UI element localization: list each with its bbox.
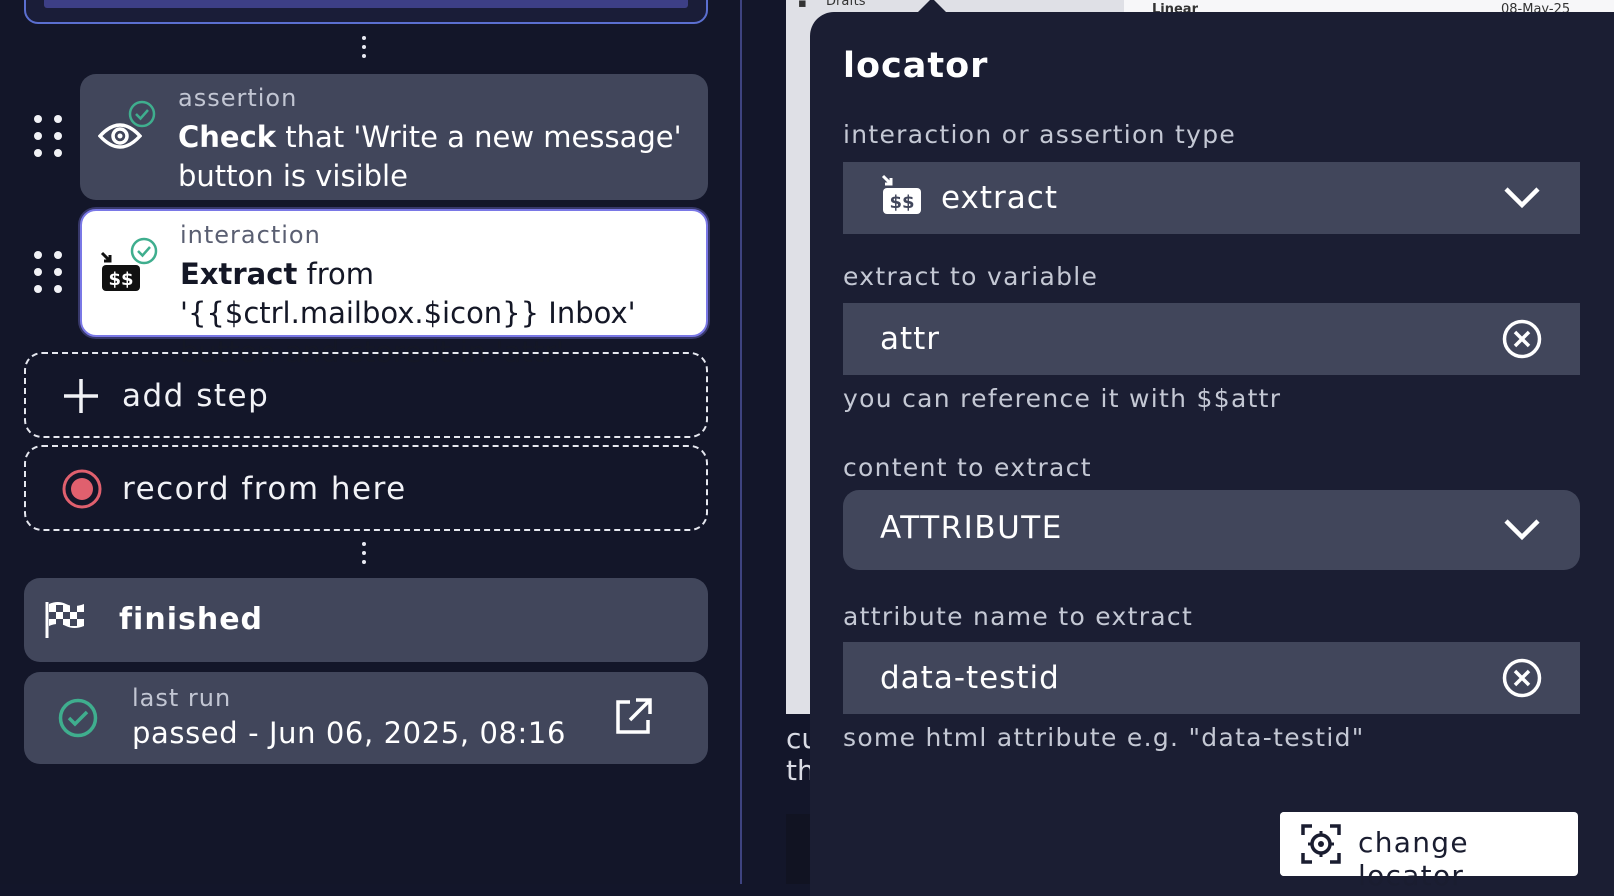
step-kind: interaction [180,221,321,249]
record-from-here-button[interactable]: record from here [24,445,708,531]
locator-popover: locator interaction or assertion type $$… [810,12,1614,896]
check-circle-icon [130,237,158,265]
variable-input[interactable]: attr [843,303,1580,375]
finished-label: finished [119,602,264,637]
popover-arrow [918,0,946,12]
change-locator-button[interactable]: change locator [1280,812,1578,892]
check-circle-icon [58,698,98,738]
step-description: Check that 'Write a new message' button … [178,120,682,193]
drag-handle[interactable] [34,115,62,157]
preview-item: Drafts [826,0,866,9]
svg-text:$$: $$ [889,192,914,213]
content-value: ATTRIBUTE [880,510,1063,546]
attribute-input[interactable]: data-testid [843,642,1580,714]
step-kind: assertion [178,84,298,112]
finished-step: finished [24,578,708,662]
step-interaction[interactable]: $$ interaction Extract from '{{$ctrl.mai… [80,209,708,369]
svg-text:$$: $$ [108,269,133,290]
checkered-flag-icon [44,600,86,640]
chevron-down-icon [1502,184,1542,212]
panel-divider[interactable] [740,0,742,884]
add-step-label: add step [122,378,270,414]
clear-icon[interactable] [1502,658,1542,698]
drag-handle[interactable] [34,251,62,293]
locator-target-icon [1300,823,1342,865]
previous-step-bar [44,0,688,8]
last-run-value: passed - Jun 06, 2025, 08:16 [132,716,567,750]
variable-hint: you can reference it with $$attr [843,384,1282,413]
connector-dots [361,36,367,63]
check-circle-icon [128,100,156,128]
popover-title: locator [843,46,989,86]
variable-label: extract to variable [843,262,1099,291]
step-assertion[interactable]: assertion Check that 'Write a new messag… [80,74,708,200]
attribute-hint: some html attribute e.g. "data-testid" [843,723,1365,752]
drafts-icon: ▪ [798,0,807,11]
attribute-label: attribute name to extract [843,602,1194,631]
last-run-card: last run passed - Jun 06, 2025, 08:16 [24,672,708,764]
content-label: content to extract [843,453,1092,482]
type-select[interactable]: $$ extract [843,162,1580,234]
chevron-down-icon [1502,516,1542,544]
change-locator-label: change locator [1358,826,1469,892]
connector-dots [361,542,367,569]
steps-panel: assertion Check that 'Write a new messag… [0,0,740,884]
extract-dollar-icon: $$ [879,174,923,218]
variable-value: attr [880,321,941,357]
content-select[interactable]: ATTRIBUTE [843,490,1580,570]
external-link-icon[interactable] [612,696,654,738]
record-icon [62,469,102,509]
last-run-label: last run [132,684,232,712]
clear-icon[interactable] [1502,319,1542,359]
attribute-value: data-testid [880,660,1060,696]
add-step-button[interactable]: add step [24,352,708,438]
record-label: record from here [122,471,407,507]
type-value: extract [941,180,1058,216]
type-label: interaction or assertion type [843,120,1237,149]
previous-step-card[interactable] [24,0,708,24]
plus-icon [62,377,100,415]
